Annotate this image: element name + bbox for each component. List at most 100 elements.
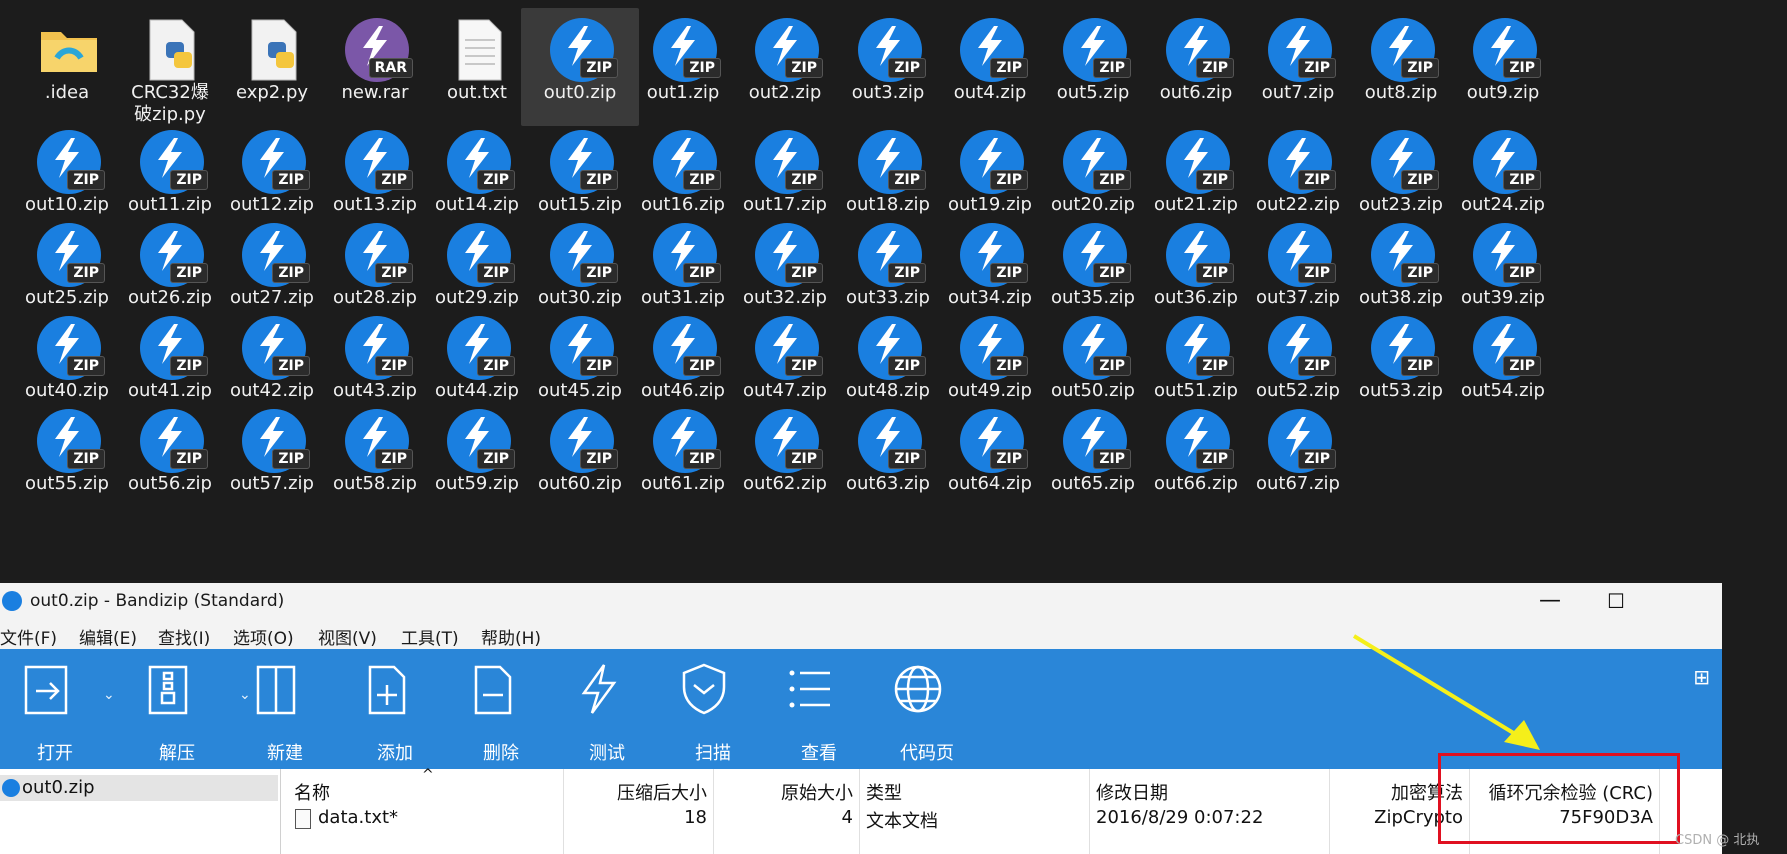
toolbar-extract-button[interactable]: 解压 [122, 649, 232, 769]
desktop-item-new-rar[interactable]: RAR new.rar [316, 8, 434, 126]
toolbar-add-button[interactable]: 添加 [340, 649, 450, 769]
toolbar-button-label: 删除 [483, 743, 519, 764]
desktop-item-exp2-py[interactable]: exp2.py [213, 8, 331, 126]
toolbar-open-button[interactable]: 打开 [0, 649, 110, 769]
desktop-item-out65-zip[interactable]: ZIP out65.zip [1034, 399, 1152, 517]
layout-toggle-icon[interactable]: ⊞ [1693, 665, 1710, 689]
desktop-item-idea[interactable]: .idea [8, 8, 126, 126]
tree-item-root[interactable]: out0.zip [0, 775, 278, 801]
zip-archive-icon: ZIP [1063, 18, 1131, 82]
zip-archive-icon: ZIP [858, 316, 926, 380]
column-original[interactable]: 原始大小 4 [714, 769, 860, 854]
column-modified[interactable]: 修改日期 2016/8/29 0:07:22 [1090, 769, 1330, 854]
zip-archive-icon: ZIP [1063, 130, 1131, 194]
desktop-item-label: out5.zip [1056, 82, 1130, 103]
desktop-item-out7-zip[interactable]: ZIP out7.zip [1239, 8, 1357, 126]
desktop-item-out59-zip[interactable]: ZIP out59.zip [418, 399, 536, 517]
desktop-item-label: out.txt [447, 82, 507, 103]
desktop-item-out53-zip[interactable]: ZIP out53.zip [1342, 306, 1460, 424]
column-header-original[interactable]: 原始大小 [781, 779, 853, 805]
zip-archive-icon: ZIP [345, 223, 413, 287]
toolbar-button-label: 查看 [801, 743, 837, 764]
desktop-item-out8-zip[interactable]: ZIP out8.zip [1342, 8, 1460, 126]
column-name[interactable]: 名称 ^ data.txt* [282, 767, 564, 854]
desktop-item-label: out4.zip [953, 82, 1027, 103]
row-name[interactable]: data.txt* [318, 807, 398, 828]
desktop-item-out6-zip[interactable]: ZIP out6.zip [1137, 8, 1255, 126]
menu-options[interactable]: 选项(O) [233, 624, 294, 649]
toolbar-test-button[interactable]: 测试 [552, 649, 662, 769]
zip-archive-icon: ZIP [858, 130, 926, 194]
zip-archive-icon: ZIP [1063, 316, 1131, 380]
desktop-item-label: out66.zip [1154, 473, 1238, 494]
desktop-item-out64-zip[interactable]: ZIP out64.zip [931, 399, 1049, 517]
toolbar-codepage-button[interactable]: 代码页 [872, 649, 982, 769]
python-file-icon [140, 18, 204, 82]
toolbar-view-button[interactable]: 查看 [764, 649, 874, 769]
desktop-file-grid: .idea CRC32爆 破zip.py exp2.py RAR new.rar out.… [0, 0, 1787, 580]
desktop-item-out66-zip[interactable]: ZIP out66.zip [1137, 399, 1255, 517]
zip-archive-icon: ZIP [858, 18, 926, 82]
toolbar-scan-button[interactable]: 扫描 [658, 649, 768, 769]
zip-archive-icon: ZIP [1166, 130, 1234, 194]
toolbar-delete-button[interactable]: 删除 [446, 649, 556, 769]
zip-archive-icon: ZIP [755, 223, 823, 287]
text-file-icon [295, 809, 311, 829]
desktop-item-out2-zip[interactable]: ZIP out2.zip [726, 8, 844, 126]
desktop-item-out55-zip[interactable]: ZIP out55.zip [8, 399, 126, 517]
desktop-item-label: out67.zip [1256, 473, 1340, 494]
zip-archive-icon: ZIP [1473, 316, 1541, 380]
desktop-item-out-txt[interactable]: out.txt [418, 8, 536, 126]
menu-tools[interactable]: 工具(T) [401, 624, 459, 649]
desktop-item-out67-zip[interactable]: ZIP out67.zip [1239, 399, 1357, 517]
desktop-item-out4-zip[interactable]: ZIP out4.zip [931, 8, 1049, 126]
desktop-item-out5-zip[interactable]: ZIP out5.zip [1034, 8, 1152, 126]
column-header-name[interactable]: 名称 [294, 779, 330, 805]
column-header-modified[interactable]: 修改日期 [1096, 779, 1168, 805]
open-dropdown-arrow[interactable]: ⌄ [103, 687, 115, 703]
menu-edit[interactable]: 编辑(E) [79, 624, 137, 649]
menu-find[interactable]: 查找(I) [158, 624, 210, 649]
toolbar-button-label: 新建 [267, 743, 303, 764]
desktop-item-out9-zip[interactable]: ZIP out9.zip [1444, 8, 1562, 126]
desktop-item-label: out8.zip [1364, 82, 1438, 103]
zip-archive-icon: ZIP [242, 409, 310, 473]
desktop-item-label: out61.zip [641, 473, 725, 494]
row-type: 文本文档 [866, 811, 938, 832]
desktop-item-crc32-zip-py[interactable]: CRC32爆 破zip.py [111, 8, 229, 126]
archive-icon [2, 779, 20, 797]
zip-archive-icon: ZIP [1268, 316, 1336, 380]
desktop-item-label: out53.zip [1359, 380, 1443, 401]
desktop-item-out57-zip[interactable]: ZIP out57.zip [213, 399, 331, 517]
zip-archive-icon: ZIP [345, 130, 413, 194]
desktop-item-label: out54.zip [1461, 380, 1545, 401]
desktop-item-label: out57.zip [230, 473, 314, 494]
toolbar-new-archive-button[interactable]: 新建 [230, 649, 340, 769]
desktop-item-out58-zip[interactable]: ZIP out58.zip [316, 399, 434, 517]
desktop-item-out63-zip[interactable]: ZIP out63.zip [829, 399, 947, 517]
extract-dropdown-arrow[interactable]: ⌄ [239, 687, 251, 703]
zip-archive-icon: ZIP [858, 409, 926, 473]
zip-archive-icon: ZIP [242, 223, 310, 287]
desktop-item-out61-zip[interactable]: ZIP out61.zip [624, 399, 742, 517]
menu-help[interactable]: 帮助(H) [481, 624, 541, 649]
desktop-item-out1-zip[interactable]: ZIP out1.zip [624, 8, 742, 126]
column-header-compressed[interactable]: 压缩后大小 [617, 779, 707, 805]
column-type[interactable]: 类型 文本文档 [860, 769, 1090, 854]
maximize-button[interactable]: ☐ [1586, 585, 1646, 617]
toolbar-button-label: 解压 [159, 743, 195, 764]
zip-archive-icon: ZIP [960, 18, 1028, 82]
desktop-item-out0-zip[interactable]: ZIP out0.zip [521, 8, 639, 126]
menu-file[interactable]: 文件(F) [0, 624, 57, 649]
desktop-item-out60-zip[interactable]: ZIP out60.zip [521, 399, 639, 517]
desktop-item-out3-zip[interactable]: ZIP out3.zip [829, 8, 947, 126]
menu-view[interactable]: 视图(V) [318, 624, 377, 649]
zip-archive-icon: ZIP [1166, 18, 1234, 82]
desktop-item-out54-zip[interactable]: ZIP out54.zip [1444, 306, 1562, 424]
column-header-type[interactable]: 类型 [866, 779, 902, 805]
title-bar[interactable]: out0.zip - Bandizip (Standard) — ☐ [0, 583, 1722, 619]
column-compressed[interactable]: 压缩后大小 18 [564, 769, 714, 854]
desktop-item-out56-zip[interactable]: ZIP out56.zip [111, 399, 229, 517]
desktop-item-out62-zip[interactable]: ZIP out62.zip [726, 399, 844, 517]
minimize-button[interactable]: — [1520, 585, 1580, 617]
